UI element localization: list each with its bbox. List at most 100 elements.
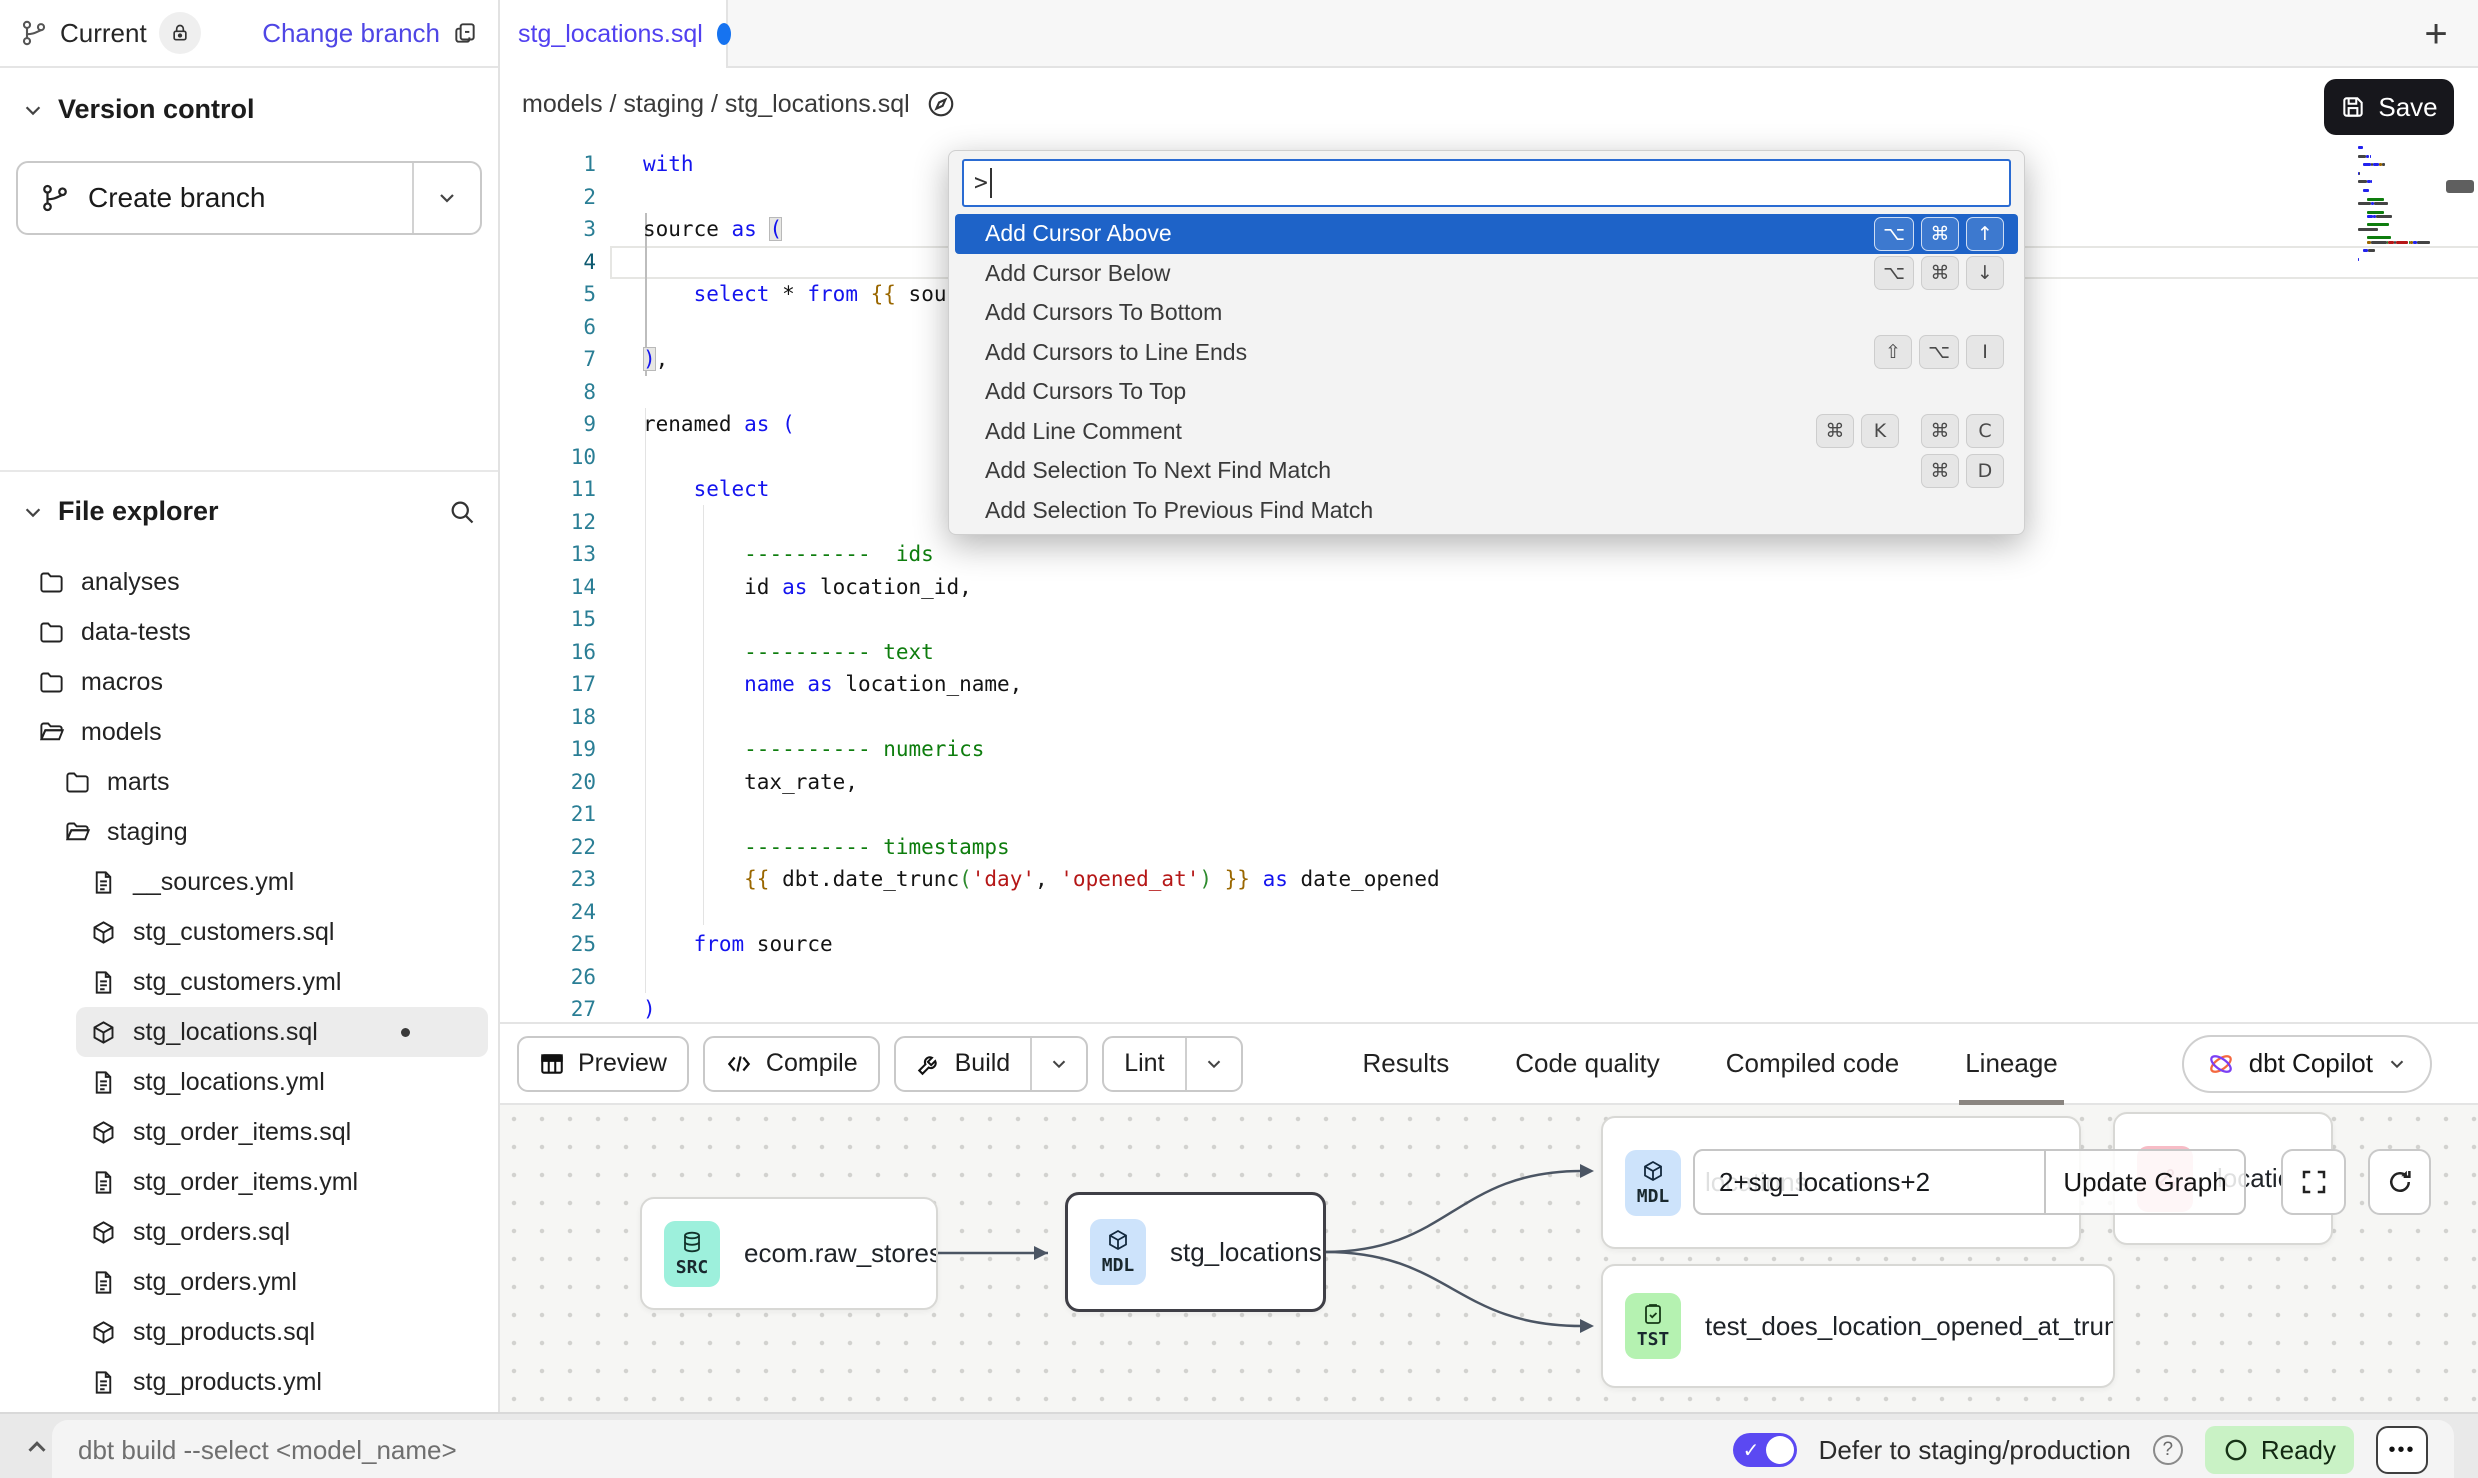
- cube-icon: [1641, 1159, 1665, 1183]
- lint-dropdown[interactable]: [1185, 1038, 1241, 1090]
- version-control-title: Version control: [58, 94, 255, 125]
- result-tabs: Results Code quality Compiled code Lineage: [1363, 1022, 2058, 1105]
- document-icon: [90, 1269, 117, 1296]
- command-item-add-cursor-above[interactable]: Add Cursor Above⌥⌘↑: [955, 214, 2018, 254]
- command-item-add-cursors-to-line-ends[interactable]: Add Cursors to Line Ends⇧⌥I: [955, 333, 2018, 373]
- command-item-add-line-comment[interactable]: Add Line Comment⌘K⌘C: [955, 412, 2018, 452]
- tab-results[interactable]: Results: [1363, 1022, 1450, 1105]
- copy-icon[interactable]: [452, 20, 478, 46]
- file-item-stg-locations-sql[interactable]: stg_locations.sql: [76, 1007, 488, 1057]
- key-⌘: ⌘: [1921, 256, 1959, 290]
- file-item-stg-products-sql[interactable]: stg_products.sql: [76, 1307, 488, 1357]
- file-item-stg-order-items-yml[interactable]: stg_order_items.yml: [76, 1157, 488, 1207]
- line-numbers: 1234567891011121314151617181920212223242…: [500, 148, 596, 1022]
- tab-stg-locations[interactable]: stg_locations.sql: [500, 0, 728, 68]
- file-item-stg-customers-sql[interactable]: stg_customers.sql: [76, 907, 488, 957]
- key-C: C: [1966, 414, 2004, 448]
- chevron-up-icon[interactable]: [22, 1432, 52, 1462]
- scrollbar-handle[interactable]: [2446, 180, 2474, 193]
- create-branch-dropdown[interactable]: [412, 163, 480, 233]
- file-item-models[interactable]: models: [24, 707, 488, 757]
- build-button[interactable]: Build: [894, 1036, 1089, 1092]
- lint-button[interactable]: Lint: [1102, 1036, 1242, 1092]
- compass-icon[interactable]: [926, 89, 956, 119]
- command-input[interactable]: dbt build --select <model_name> ✓ Defer …: [52, 1420, 2454, 1478]
- create-branch-button[interactable]: Create branch: [16, 161, 482, 235]
- tab-code-quality[interactable]: Code quality: [1515, 1022, 1660, 1105]
- command-item-add-selection-to-previous-find-match[interactable]: Add Selection To Previous Find Match: [955, 491, 2018, 531]
- floppy-icon: [2340, 94, 2366, 120]
- lineage-node-test[interactable]: TST test_does_location_opened_at_trunc_t…: [1601, 1264, 2115, 1388]
- document-icon: [90, 969, 117, 996]
- refresh-icon: [2385, 1167, 2415, 1197]
- key-⌥: ⌥: [1874, 256, 1914, 290]
- save-button[interactable]: Save: [2324, 79, 2454, 135]
- lineage-node-stg-locations[interactable]: MDL stg_locations: [1065, 1192, 1326, 1312]
- more-button[interactable]: •••: [2376, 1426, 2428, 1474]
- search-icon[interactable]: [448, 498, 476, 526]
- tab-lineage[interactable]: Lineage: [1965, 1022, 2058, 1105]
- file-explorer-section: File explorer analysesdata-testsmacrosmo…: [0, 470, 498, 1412]
- fullscreen-icon: [2299, 1167, 2329, 1197]
- update-graph-button[interactable]: Update Graph: [2046, 1151, 2244, 1213]
- cube-icon: [90, 1219, 117, 1246]
- lineage-canvas[interactable]: SRC ecom.raw_stores MDL stg_locations MD…: [500, 1105, 2478, 1412]
- change-branch-link[interactable]: Change branch: [262, 18, 440, 49]
- tab-label: stg_locations.sql: [518, 20, 703, 49]
- new-tab-button[interactable]: +: [2410, 8, 2462, 60]
- command-item-add-cursor-below[interactable]: Add Cursor Below⌥⌘↓: [955, 254, 2018, 294]
- command-palette-input[interactable]: >: [962, 159, 2011, 207]
- file-item-stg-orders-sql[interactable]: stg_orders.sql: [76, 1207, 488, 1257]
- cube-icon: [90, 1319, 117, 1346]
- compile-button[interactable]: Compile: [703, 1036, 880, 1092]
- fullscreen-button[interactable]: [2281, 1149, 2346, 1215]
- code-icon: [725, 1051, 753, 1077]
- folder-open-icon: [64, 819, 91, 846]
- key-⌘: ⌘: [1921, 414, 1959, 448]
- dbt-copilot-button[interactable]: dbt Copilot: [2182, 1035, 2432, 1093]
- file-item-stg-customers-yml[interactable]: stg_customers.yml: [76, 957, 488, 1007]
- tab-compiled-code[interactable]: Compiled code: [1726, 1022, 1899, 1105]
- file-item-stg-locations-yml[interactable]: stg_locations.yml: [76, 1057, 488, 1107]
- build-dropdown[interactable]: [1030, 1038, 1086, 1090]
- cube-icon: [90, 919, 117, 946]
- help-icon[interactable]: ?: [2153, 1435, 2183, 1465]
- folder-icon: [38, 619, 65, 646]
- refresh-button[interactable]: [2368, 1149, 2431, 1215]
- lineage-selector-input[interactable]: 2+stg_locations+2: [1695, 1151, 2046, 1213]
- defer-toggle[interactable]: ✓: [1733, 1433, 1797, 1467]
- key-D: D: [1966, 454, 2004, 488]
- breadcrumb: models / staging / stg_locations.sql: [522, 90, 910, 119]
- minimap[interactable]: [2352, 140, 2442, 270]
- file-item-macros[interactable]: macros: [24, 657, 488, 707]
- lineage-node-source[interactable]: SRC ecom.raw_stores: [640, 1197, 938, 1310]
- command-item-add-selection-to-next-find-match[interactable]: Add Selection To Next Find Match⌘D: [955, 451, 2018, 491]
- key-⌘: ⌘: [1816, 414, 1854, 448]
- file-item-staging[interactable]: staging: [50, 807, 488, 857]
- command-item-add-cursors-to-bottom[interactable]: Add Cursors To Bottom: [955, 293, 2018, 333]
- folder-icon: [38, 669, 65, 696]
- command-item-add-cursors-to-top[interactable]: Add Cursors To Top: [955, 372, 2018, 412]
- version-control-section: Version control Create branch: [0, 68, 498, 235]
- file-item-marts[interactable]: marts: [50, 757, 488, 807]
- file-item-stg-orders-yml[interactable]: stg_orders.yml: [76, 1257, 488, 1307]
- folder-icon: [38, 569, 65, 596]
- file-item-analyses[interactable]: analyses: [24, 557, 488, 607]
- file-item--sources-yml[interactable]: __sources.yml: [76, 857, 488, 907]
- chevron-down-icon[interactable]: [22, 99, 44, 121]
- defer-label: Defer to staging/production: [1819, 1435, 2131, 1466]
- file-item-stg-order-items-sql[interactable]: stg_order_items.sql: [76, 1107, 488, 1157]
- key-↑: ↑: [1966, 217, 2004, 251]
- unsaved-dot-icon: [717, 23, 731, 45]
- sidebar: Current Change branch Version control: [0, 0, 500, 1412]
- file-item-data-tests[interactable]: data-tests: [24, 607, 488, 657]
- key-⌥: ⌥: [1919, 335, 1959, 369]
- chevron-down-icon[interactable]: [22, 501, 44, 523]
- command-list: Add Cursor Above⌥⌘↑Add Cursor Below⌥⌘↓Ad…: [955, 214, 2018, 535]
- command-item-partial[interactable]: [955, 530, 2018, 535]
- save-label: Save: [2378, 92, 2437, 123]
- model-badge: MDL: [1090, 1219, 1146, 1285]
- file-item-stg-products-yml[interactable]: stg_products.yml: [76, 1357, 488, 1407]
- test-badge: TST: [1625, 1293, 1681, 1359]
- preview-button[interactable]: Preview: [517, 1036, 689, 1092]
